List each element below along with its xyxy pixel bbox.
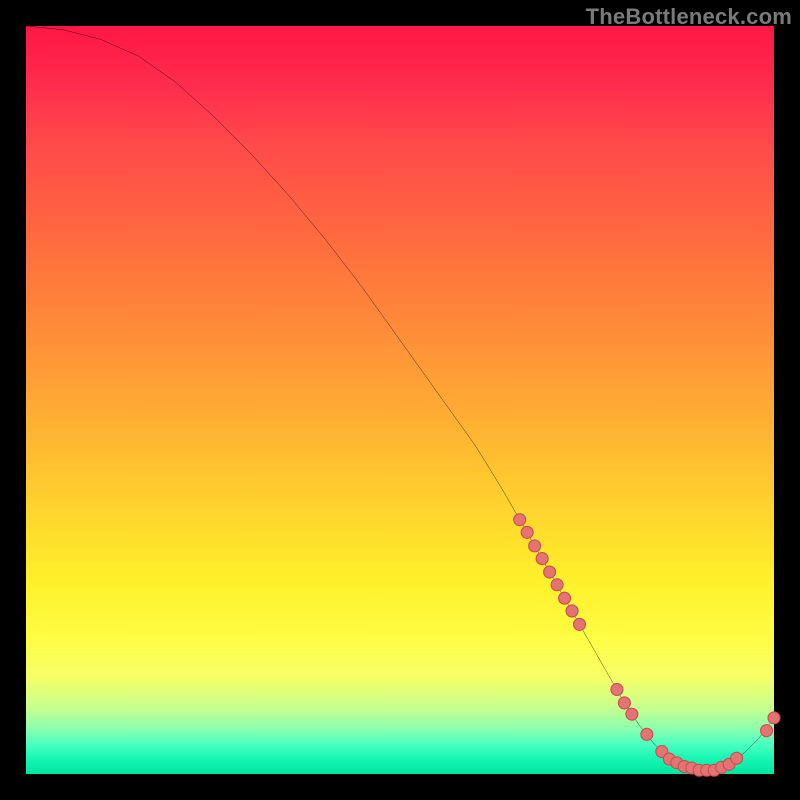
marker-dot	[768, 712, 780, 724]
marker-dot	[521, 526, 533, 538]
marker-dot	[611, 683, 623, 695]
marker-dot	[551, 579, 563, 591]
bottleneck-curve	[26, 26, 774, 770]
marker-dot	[574, 618, 586, 630]
marker-dot	[761, 725, 773, 737]
marker-dot	[566, 605, 578, 617]
marker-dot	[626, 708, 638, 720]
marker-dot	[559, 592, 571, 604]
marker-dot	[731, 752, 743, 764]
marker-dot	[544, 566, 556, 578]
marker-dot	[536, 553, 548, 565]
marker-dot	[641, 728, 653, 740]
chart-overlay	[26, 26, 774, 774]
highlighted-points	[514, 514, 780, 777]
marker-dot	[514, 514, 526, 526]
marker-dot	[618, 697, 630, 709]
marker-dot	[529, 540, 541, 552]
chart-stage: TheBottleneck.com	[0, 0, 800, 800]
watermark-text: TheBottleneck.com	[586, 4, 792, 30]
